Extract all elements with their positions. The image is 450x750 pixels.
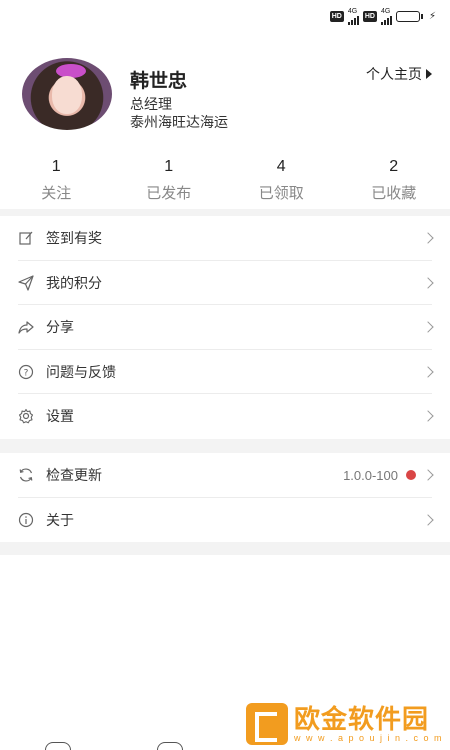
chevron-right-icon: [422, 366, 434, 378]
menu-item-points[interactable]: 我的积分: [0, 261, 450, 306]
stat-value: 1: [164, 158, 174, 175]
menu-item-settings[interactable]: 设置: [0, 394, 450, 439]
send-icon: [18, 275, 34, 291]
menu-item-about[interactable]: 关于: [0, 498, 450, 543]
hd-badge: HD: [362, 11, 377, 22]
section-divider: [0, 209, 450, 216]
share-icon: [18, 319, 34, 335]
version-text: 1.0.0-100: [343, 467, 398, 483]
menu-item-label: 我的积分: [46, 274, 102, 291]
message-tab-icon[interactable]: [157, 742, 183, 750]
user-title: 总经理: [130, 96, 172, 112]
menu-group-main: 签到有奖 我的积分 分享 ? 问题与反馈 设置: [0, 216, 450, 439]
status-bar: HD 4G HD 4G 80 ⚡: [0, 0, 450, 32]
homepage-label: 个人主页: [366, 66, 422, 82]
stat-value: 2: [389, 158, 399, 175]
signal-icon: [380, 15, 392, 25]
chevron-right-icon: [422, 321, 434, 333]
refresh-icon: [18, 467, 34, 483]
chevron-right-icon: [422, 514, 434, 526]
menu-item-label: 分享: [46, 319, 74, 336]
stats-row: 1 关注 1 已发布 4 已领取 2 已收藏: [0, 156, 450, 208]
watermark-logo-icon: [246, 703, 288, 745]
charging-icon: ⚡: [428, 11, 436, 22]
stat-value: 4: [276, 158, 286, 175]
info-icon: [18, 512, 34, 528]
stat-label: 已领取: [258, 185, 304, 202]
menu-item-label: 设置: [46, 408, 74, 425]
menu-item-share[interactable]: 分享: [0, 305, 450, 350]
caret-right-icon: [426, 69, 432, 79]
menu-item-label: 问题与反馈: [46, 363, 116, 380]
watermark-text: 欧金软件园: [294, 704, 430, 734]
user-company: 泰州海旺达海运: [130, 114, 228, 130]
stat-following[interactable]: 1 关注: [0, 156, 113, 208]
menu-group-app: 检查更新 1.0.0-100 关于: [0, 453, 450, 542]
watermark-url: w w w . a p o u j i n . c o m: [294, 733, 444, 743]
help-icon: ?: [18, 364, 34, 380]
menu-item-label: 检查更新: [46, 467, 102, 484]
signal-icon: [347, 15, 359, 25]
menu-item-label: 关于: [46, 511, 74, 528]
menu-item-check-update[interactable]: 检查更新 1.0.0-100: [0, 453, 450, 498]
chevron-right-icon: [422, 410, 434, 422]
menu-item-checkin[interactable]: 签到有奖: [0, 216, 450, 261]
watermark: 欧金软件园 w w w . a p o u j i n . c o m: [246, 700, 446, 748]
homepage-link[interactable]: 个人主页: [366, 64, 432, 84]
bottom-tab-bar: 欧金软件园 w w w . a p o u j i n . c o m: [0, 700, 450, 750]
avatar[interactable]: [22, 58, 112, 130]
stat-received[interactable]: 4 已领取: [225, 156, 338, 208]
stat-favorites[interactable]: 2 已收藏: [338, 156, 450, 208]
menu-item-feedback[interactable]: ? 问题与反馈: [0, 350, 450, 395]
battery-icon: 80: [395, 11, 423, 22]
stat-label: 关注: [41, 185, 72, 202]
edit-icon: [18, 230, 34, 246]
gear-icon: [18, 408, 34, 424]
network-indicator: 4G: [380, 8, 392, 25]
hd-badge: HD: [329, 11, 344, 22]
status-icons: HD 4G HD 4G 80 ⚡: [329, 8, 436, 25]
section-divider: [0, 439, 450, 453]
user-name: 韩世忠: [130, 71, 188, 92]
network-indicator: 4G: [347, 8, 359, 25]
stat-value: 1: [51, 158, 61, 175]
stat-published[interactable]: 1 已发布: [113, 156, 226, 208]
stat-label: 已发布: [146, 185, 192, 202]
profile-header: 韩世忠 总经理 泰州海旺达海运 个人主页: [22, 58, 432, 134]
chevron-right-icon: [422, 277, 434, 289]
stat-label: 已收藏: [371, 185, 417, 202]
chevron-right-icon: [422, 232, 434, 244]
svg-text:?: ?: [24, 368, 29, 378]
update-badge: [406, 470, 416, 481]
menu-item-label: 签到有奖: [46, 230, 102, 247]
home-tab-icon[interactable]: [45, 742, 71, 750]
section-divider: [0, 542, 450, 555]
chevron-right-icon: [422, 469, 434, 481]
